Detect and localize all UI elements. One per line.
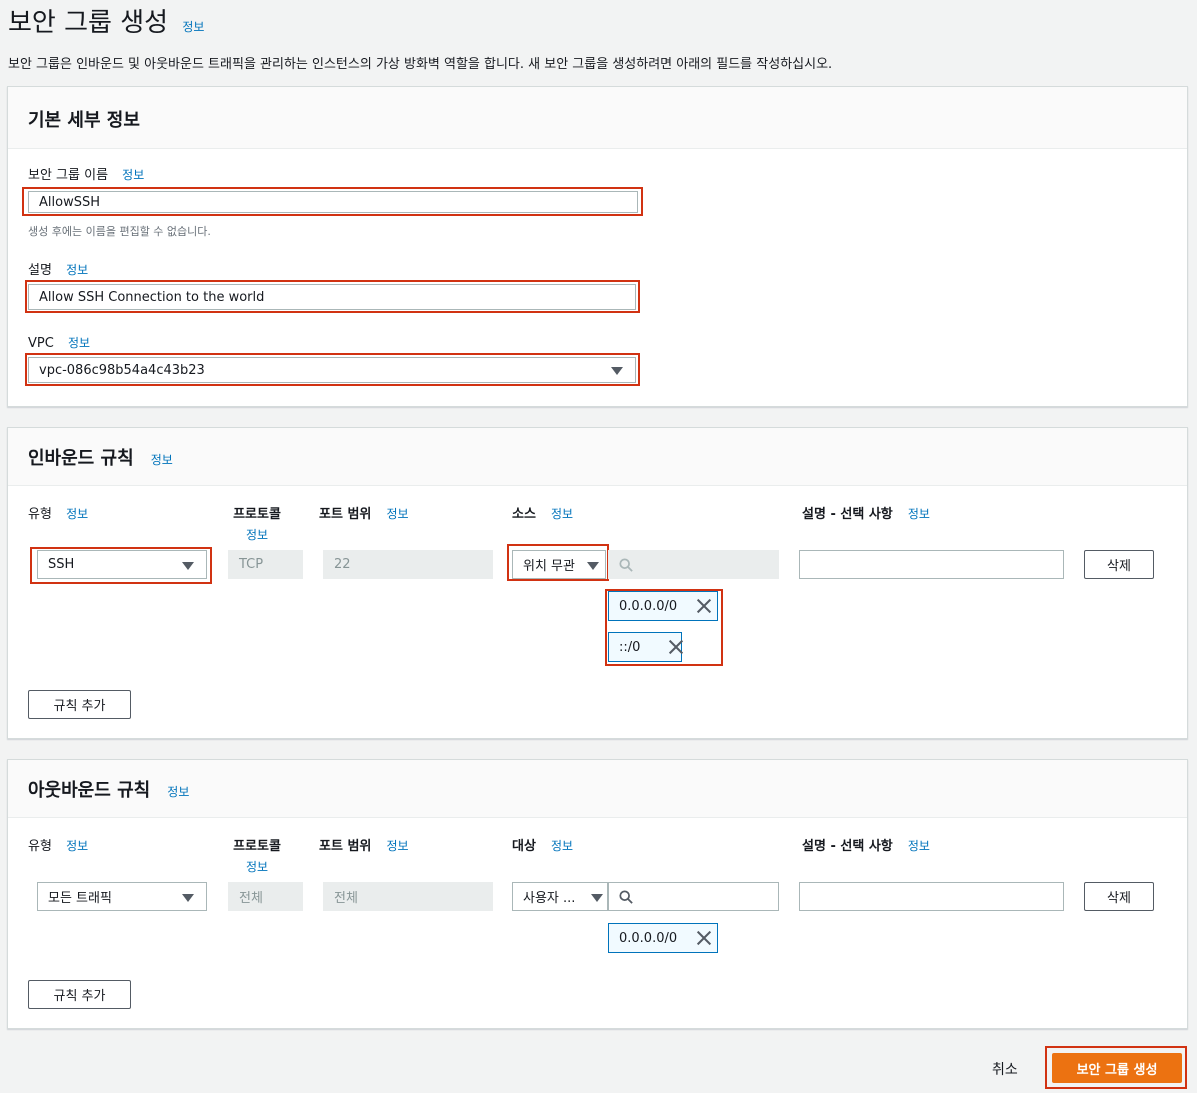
search-icon [619,889,633,904]
description-input[interactable]: Allow SSH Connection to the world [28,284,636,310]
page-info-link[interactable]: 정보 [182,20,204,34]
inbound-rules-title-row: 인바운드 규칙 정보 [28,444,173,470]
outbound-col-protocol: 프로토콜 정보 [222,835,292,875]
outbound-dest-select[interactable]: 사용자 ... [512,882,608,911]
inbound-rules-panel: 인바운드 규칙 정보 유형 정보 프로토콜 정보 포트 범위 정보 소스 정보 … [7,427,1188,739]
outbound-col-dest: 대상 정보 [512,839,574,854]
inbound-cidr-chip: ::/0 [608,632,682,662]
outbound-rules-panel: 아웃바운드 규칙 정보 유형 정보 프로토콜 정보 포트 범위 정보 대상 정보… [7,759,1188,1029]
sg-name-input[interactable]: AllowSSH [28,191,638,213]
search-icon [619,557,633,572]
inbound-source-info-link[interactable]: 정보 [551,507,573,521]
create-security-group-button[interactable]: 보안 그룹 생성 [1052,1053,1182,1083]
cidr-value: ::/0 [619,639,641,655]
inbound-cidr-chip: 0.0.0.0/0 [608,591,718,621]
close-icon[interactable] [697,599,711,613]
outbound-col-desc: 설명 - 선택 사항 정보 [802,839,930,854]
chevron-down-icon [182,562,194,570]
page-title: 보안 그룹 생성 정보 [8,8,205,38]
chevron-down-icon [611,367,623,375]
outbound-dest-info-link[interactable]: 정보 [551,839,573,853]
close-icon[interactable] [669,640,683,654]
cancel-button[interactable]: 취소 [992,1059,1018,1079]
outbound-rules-title: 아웃바운드 규칙 [28,780,151,801]
inbound-col-protocol: 프로토콜 정보 [222,503,292,543]
chevron-down-icon [591,894,603,902]
outbound-rules-title-row: 아웃바운드 규칙 정보 [28,776,189,802]
inbound-desc-info-link[interactable]: 정보 [908,507,930,521]
inbound-info-link[interactable]: 정보 [151,453,173,467]
close-icon[interactable] [697,931,711,945]
inbound-rules-header: 인바운드 규칙 정보 [8,428,1187,486]
sg-name-label: 보안 그룹 이름 정보 [28,168,145,183]
inbound-protocol-info-link[interactable]: 정보 [222,526,292,543]
outbound-type-value: 모든 트래픽 [48,891,112,906]
outbound-col-type: 유형 정보 [28,839,89,854]
cidr-value: 0.0.0.0/0 [619,930,678,946]
inbound-delete-button[interactable]: 삭제 [1084,550,1154,579]
basic-details-title: 기본 세부 정보 [28,110,140,131]
chevron-down-icon [587,562,599,570]
inbound-col-source: 소스 정보 [512,507,574,522]
outbound-add-rule-button[interactable]: 규칙 추가 [28,980,131,1009]
inbound-port-info-link[interactable]: 정보 [386,507,408,521]
inbound-col-port: 포트 범위 정보 [319,507,409,522]
outbound-info-link[interactable]: 정보 [167,785,189,799]
outbound-type-info-link[interactable]: 정보 [66,839,88,853]
inbound-col-desc: 설명 - 선택 사항 정보 [802,507,930,522]
inbound-rules-title: 인바운드 규칙 [28,448,134,469]
outbound-desc-input[interactable] [799,882,1064,911]
vpc-select-value: vpc-086c98b54a4c43b23 [39,362,205,378]
outbound-cidr-search[interactable] [608,882,779,911]
inbound-protocol-field: TCP [228,550,303,579]
description-info-link[interactable]: 정보 [66,263,88,277]
inbound-source-select[interactable]: 위치 무관 [512,550,606,579]
vpc-label: VPC 정보 [28,336,91,351]
outbound-type-select[interactable]: 모든 트래픽 [37,882,207,911]
outbound-desc-info-link[interactable]: 정보 [908,839,930,853]
outbound-cidr-chip: 0.0.0.0/0 [608,923,718,953]
inbound-desc-input[interactable] [799,550,1064,579]
page-description: 보안 그룹은 인바운드 및 아웃바운드 트래픽을 관리하는 인스턴스의 가상 방… [8,57,833,72]
outbound-rules-header: 아웃바운드 규칙 정보 [8,760,1187,818]
description-label: 설명 정보 [28,263,89,278]
vpc-select[interactable]: vpc-086c98b54a4c43b23 [28,357,636,383]
outbound-port-info-link[interactable]: 정보 [386,839,408,853]
chevron-down-icon [182,894,194,902]
basic-details-header: 기본 세부 정보 [8,87,1187,149]
outbound-dest-value: 사용자 ... [523,891,576,906]
inbound-type-info-link[interactable]: 정보 [66,507,88,521]
inbound-type-value: SSH [48,557,75,572]
inbound-col-type: 유형 정보 [28,507,89,522]
sg-name-hint: 생성 후에는 이름을 편집할 수 없습니다. [28,225,211,238]
outbound-port-field: 전체 [323,882,493,911]
inbound-type-select[interactable]: SSH [37,550,207,579]
sg-name-info-link[interactable]: 정보 [122,168,144,182]
inbound-add-rule-button[interactable]: 규칙 추가 [28,690,131,719]
outbound-protocol-info-link[interactable]: 정보 [222,858,292,875]
inbound-port-field: 22 [323,550,493,579]
basic-details-panel: 기본 세부 정보 보안 그룹 이름 정보 AllowSSH 생성 후에는 이름을… [7,86,1188,407]
inbound-cidr-search [608,550,779,579]
outbound-protocol-field: 전체 [228,882,303,911]
outbound-delete-button[interactable]: 삭제 [1084,882,1154,911]
vpc-info-link[interactable]: 정보 [68,336,90,350]
inbound-source-value: 위치 무관 [523,559,575,574]
outbound-col-port: 포트 범위 정보 [319,839,409,854]
cidr-value: 0.0.0.0/0 [619,598,678,614]
